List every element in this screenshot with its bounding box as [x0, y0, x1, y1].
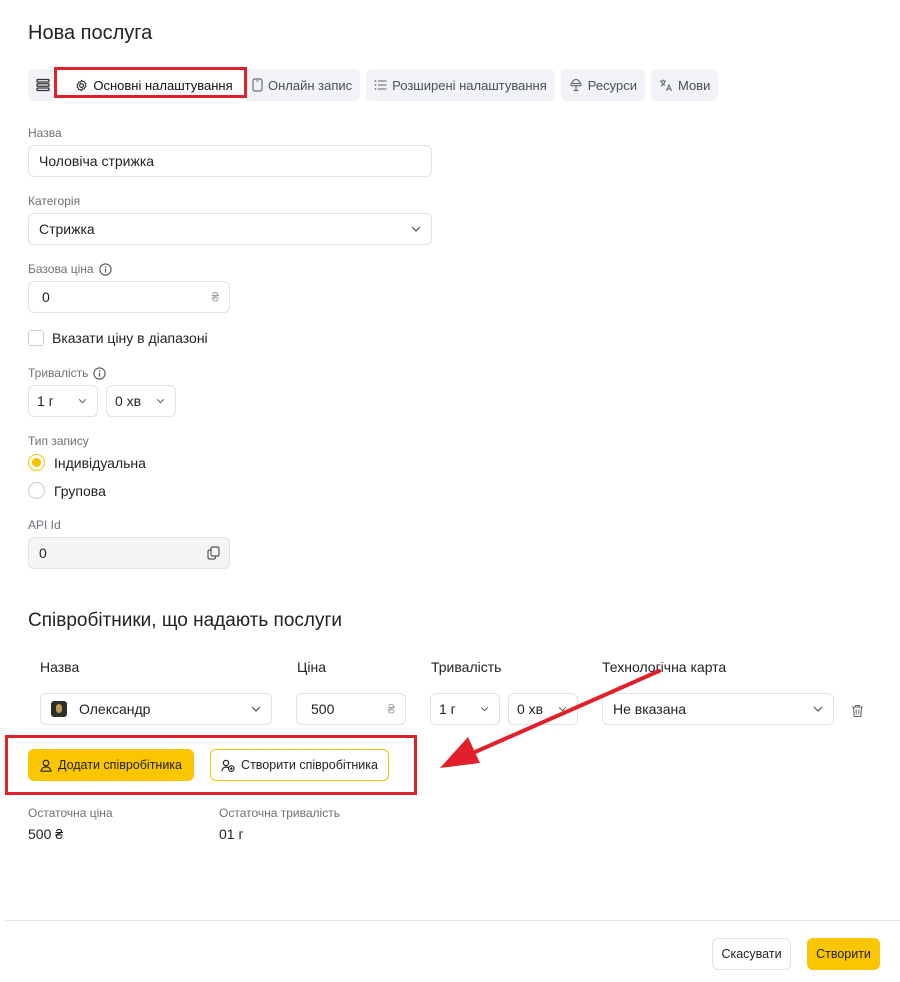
- duration-label: Тривалість: [28, 366, 107, 380]
- page-title: Нова послуга: [28, 22, 153, 44]
- annotation-arrow: [440, 669, 661, 768]
- name-value: Чоловіча стрижка: [39, 153, 155, 169]
- create-staff-button[interactable]: Створити співробітника: [210, 749, 389, 781]
- chevron-down-icon: [813, 706, 823, 712]
- chevron-down-icon: [251, 706, 261, 712]
- radio-individual[interactable]: Індивідуальна: [28, 454, 146, 471]
- tab-basic-settings[interactable]: Основні налаштування: [64, 69, 244, 101]
- tab-label: Розширені налаштування: [392, 77, 547, 93]
- final-duration-value: 01 г: [219, 826, 244, 842]
- base-price-input[interactable]: 0 ₴: [28, 281, 230, 313]
- price-range-checkbox-row[interactable]: Вказати ціну в діапазоні: [28, 330, 208, 346]
- trash-icon[interactable]: [851, 704, 864, 718]
- tab-languages[interactable]: Мови: [650, 69, 719, 101]
- phone-icon: [252, 78, 263, 92]
- list-icon: [36, 78, 50, 92]
- api-id-input[interactable]: 0: [28, 537, 230, 569]
- currency-symbol: ₴: [211, 289, 219, 305]
- duration-label-text: Тривалість: [28, 366, 89, 380]
- base-price-value: 0: [42, 289, 50, 305]
- cancel-button[interactable]: Скасувати: [712, 938, 791, 970]
- gear-icon: [76, 79, 87, 91]
- tab-label: Ресурси: [587, 77, 637, 93]
- translate-icon: [659, 79, 672, 92]
- name-label: Назва: [28, 126, 62, 140]
- user-icon: [40, 759, 52, 772]
- add-staff-button[interactable]: Додати співробітника: [28, 749, 194, 781]
- duration-hours-select[interactable]: 1 г: [28, 385, 98, 417]
- chevron-down-icon: [78, 398, 87, 404]
- create-button[interactable]: Створити: [807, 938, 880, 970]
- tab-label: Основні налаштування: [93, 77, 233, 93]
- avatar: [51, 701, 67, 717]
- radio-button[interactable]: [28, 482, 45, 499]
- staff-price-input[interactable]: 500 ₴: [296, 693, 406, 725]
- base-price-label-text: Базова ціна: [28, 262, 94, 276]
- column-header-price: Ціна: [297, 659, 326, 675]
- category-label: Категорія: [28, 194, 81, 208]
- name-input[interactable]: Чоловіча стрижка: [28, 145, 432, 177]
- create-staff-label: Створити співробітника: [241, 758, 378, 772]
- tab-label: Онлайн запис: [268, 77, 353, 93]
- staff-price-value: 500: [311, 701, 335, 717]
- cancel-label: Скасувати: [721, 947, 782, 961]
- tab-bar: Основні налаштування Онлайн запис Розшир…: [28, 69, 719, 101]
- chevron-down-icon: [156, 398, 165, 404]
- radio-label: Групова: [54, 482, 106, 499]
- api-id-label: API Id: [28, 518, 61, 532]
- api-id-value: 0: [39, 545, 47, 561]
- add-staff-label: Додати співробітника: [57, 758, 183, 772]
- chevron-down-icon: [411, 226, 421, 232]
- copy-icon[interactable]: [207, 546, 220, 560]
- resource-icon: [570, 78, 582, 92]
- currency-symbol: ₴: [387, 701, 395, 717]
- duration-hours-value: 1 г: [37, 393, 54, 409]
- staff-select[interactable]: Олександр: [40, 693, 272, 725]
- booking-type-label: Тип запису: [28, 434, 89, 448]
- list-bullets-icon: [374, 80, 387, 90]
- radio-button[interactable]: [28, 454, 45, 471]
- base-price-label: Базова ціна: [28, 262, 112, 276]
- footer-divider: [5, 920, 900, 921]
- info-icon[interactable]: [93, 366, 107, 380]
- price-range-label: Вказати ціну в діапазоні: [52, 330, 208, 346]
- duration-minutes-value: 0 хв: [115, 393, 142, 409]
- final-price-label: Остаточна ціна: [28, 806, 113, 820]
- info-icon[interactable]: [98, 262, 112, 276]
- tab-menu[interactable]: [28, 69, 58, 101]
- staff-section-title: Співробітники, що надають послуги: [28, 610, 343, 631]
- category-value: Стрижка: [39, 221, 95, 237]
- price-range-checkbox[interactable]: [28, 330, 44, 346]
- duration-minutes-select[interactable]: 0 хв: [106, 385, 176, 417]
- category-select[interactable]: Стрижка: [28, 213, 432, 245]
- staff-name: Олександр: [79, 701, 151, 717]
- radio-group[interactable]: Групова: [28, 482, 106, 499]
- user-add-icon: [221, 759, 235, 772]
- tab-advanced-settings[interactable]: Розширені налаштування: [366, 69, 555, 101]
- tab-online-booking[interactable]: Онлайн запис: [244, 69, 361, 101]
- column-header-name: Назва: [40, 659, 80, 675]
- final-duration-label: Остаточна тривалість: [219, 806, 340, 820]
- tab-resources[interactable]: Ресурси: [560, 69, 645, 101]
- final-price-value: 500 ₴: [28, 826, 64, 842]
- create-label: Створити: [816, 947, 871, 961]
- radio-label: Індивідуальна: [54, 454, 146, 471]
- tab-label: Мови: [677, 77, 711, 93]
